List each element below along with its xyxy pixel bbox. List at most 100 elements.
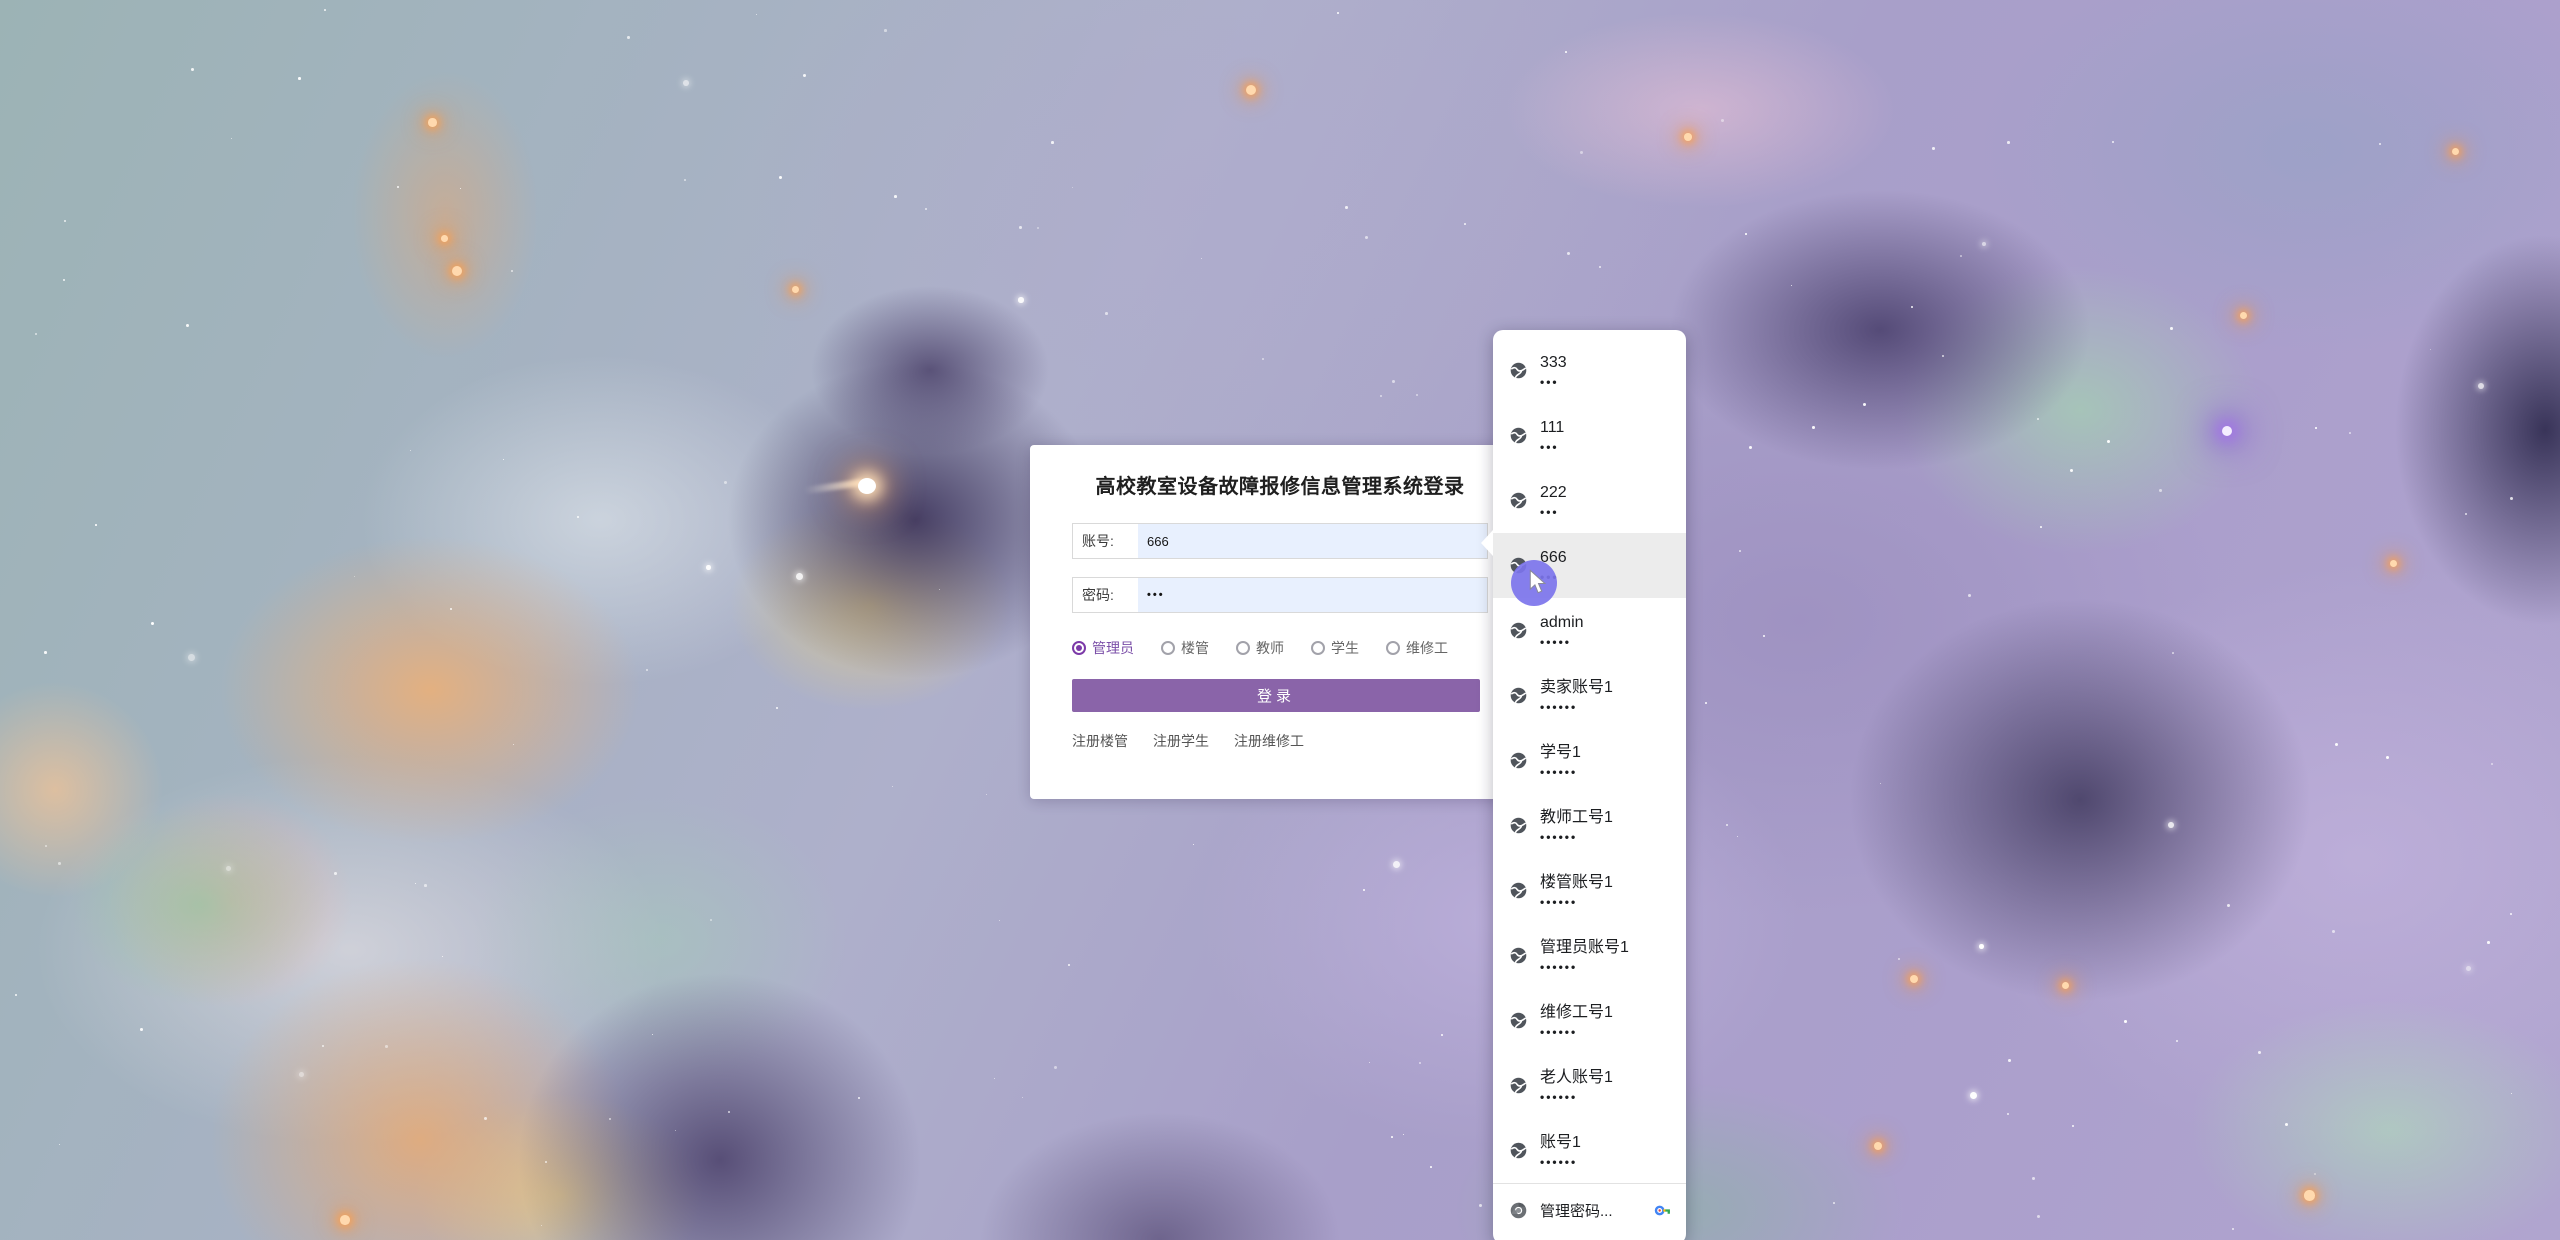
star <box>1567 252 1570 255</box>
login-button[interactable]: 登录 <box>1072 679 1480 712</box>
star <box>1960 255 1962 257</box>
account-input[interactable]: 666 <box>1138 524 1487 558</box>
suggestion-password-mask: •••••• <box>1540 1026 1613 1039</box>
star <box>2007 1113 2009 1115</box>
star <box>1721 119 1724 122</box>
suggestion-password-mask: ••• <box>1540 506 1567 519</box>
star <box>1942 355 1944 357</box>
star <box>188 654 195 661</box>
star <box>1365 236 1368 239</box>
autofill-suggestion[interactable]: 学号1 •••••• <box>1493 728 1686 793</box>
globe-icon <box>1510 947 1527 964</box>
suggestion-password-mask: •••••• <box>1540 961 1629 974</box>
radio-icon <box>1236 641 1250 655</box>
star <box>424 884 427 887</box>
suggestion-username: 222 <box>1540 483 1567 503</box>
star <box>1979 944 1984 949</box>
star <box>1726 824 1728 826</box>
screen: 高校教室设备故障报修信息管理系统登录 账号: 666 密码: ••• 管理员 楼… <box>0 0 2560 1240</box>
role-radio-admin[interactable]: 管理员 <box>1072 638 1134 658</box>
autofill-suggestion[interactable]: 维修工号1 •••••• <box>1493 988 1686 1053</box>
register-link-repairman[interactable]: 注册维修工 <box>1234 731 1304 751</box>
role-radio-repairman[interactable]: 维修工 <box>1386 638 1448 658</box>
suggestion-text: 卖家账号1 •••••• <box>1540 678 1613 714</box>
manage-passwords-label: 管理密码... <box>1540 1200 1641 1221</box>
comet-tail <box>804 479 864 494</box>
password-input[interactable]: ••• <box>1138 578 1487 612</box>
star <box>728 1111 730 1113</box>
suggestion-text: 学号1 •••••• <box>1540 743 1581 779</box>
star <box>2510 913 2512 915</box>
star <box>1403 1134 1404 1135</box>
autofill-suggestion[interactable]: 楼管账号1 •••••• <box>1493 858 1686 923</box>
star <box>609 1118 611 1120</box>
star <box>2349 432 2351 434</box>
autofill-suggestion[interactable]: 333 ••• <box>1493 338 1686 403</box>
star <box>2112 141 2114 143</box>
star <box>994 1078 995 1079</box>
star <box>1022 1097 1023 1098</box>
role-radio-student[interactable]: 学生 <box>1311 638 1359 658</box>
star <box>545 1161 547 1163</box>
autofill-suggestion[interactable]: 管理员账号1 •••••• <box>1493 923 1686 988</box>
star <box>2007 141 2010 144</box>
star <box>2176 1040 2178 1042</box>
star <box>140 1028 143 1031</box>
star <box>2159 489 2162 492</box>
star <box>450 608 452 610</box>
star <box>756 14 757 15</box>
globe-icon <box>1510 362 1527 379</box>
autofill-suggestion[interactable]: admin ••••• <box>1493 598 1686 663</box>
password-label: 密码: <box>1073 578 1138 612</box>
star <box>925 208 927 210</box>
star <box>1201 258 1202 259</box>
autofill-suggestion[interactable]: 老人账号1 •••••• <box>1493 1053 1686 1118</box>
account-label: 账号: <box>1073 524 1138 558</box>
suggestion-username: 333 <box>1540 353 1567 373</box>
star <box>1911 306 1913 308</box>
star <box>2040 526 2042 528</box>
star <box>2466 966 2471 971</box>
autofill-suggestion[interactable]: 卖家账号1 •••••• <box>1493 663 1686 728</box>
star <box>1745 233 1747 235</box>
autofill-suggestion[interactable]: 账号1 •••••• <box>1493 1118 1686 1183</box>
star <box>1416 394 1418 396</box>
star <box>186 324 189 327</box>
orange-star <box>1684 133 1692 141</box>
star <box>1791 285 1792 286</box>
role-radio-floor-manager[interactable]: 楼管 <box>1161 638 1209 658</box>
star <box>1898 958 1900 960</box>
star <box>2172 652 2174 654</box>
star <box>64 220 66 222</box>
mouse-cursor <box>1529 569 1547 600</box>
star <box>15 994 17 996</box>
radio-selected-icon <box>1072 641 1086 655</box>
globe-icon <box>1510 752 1527 769</box>
star <box>484 1117 487 1120</box>
star <box>2124 1020 2127 1023</box>
star <box>1363 889 1365 891</box>
register-link-floor-manager[interactable]: 注册楼管 <box>1072 731 1128 751</box>
manage-passwords-item[interactable]: 管理密码... <box>1493 1184 1686 1236</box>
autofill-suggestion[interactable]: 111 ••• <box>1493 403 1686 468</box>
suggestion-text: 222 ••• <box>1540 483 1567 519</box>
star <box>44 651 47 654</box>
star <box>2315 427 2317 429</box>
star <box>710 919 712 921</box>
suggestion-password-mask: ••• <box>1540 376 1567 389</box>
suggestion-username: 111 <box>1540 418 1564 438</box>
register-link-student[interactable]: 注册学生 <box>1153 731 1209 751</box>
orange-star <box>1874 1142 1882 1150</box>
star <box>95 524 97 526</box>
autofill-suggestion[interactable]: 222 ••• <box>1493 468 1686 533</box>
suggestion-text: admin ••••• <box>1540 613 1584 649</box>
suggestion-password-mask: •••••• <box>1540 831 1613 844</box>
star <box>1737 836 1738 837</box>
star <box>2170 327 2173 330</box>
globe-icon <box>1510 882 1527 899</box>
role-radio-group: 管理员 楼管 教师 学生 维修工 <box>1072 638 1448 658</box>
star <box>1037 227 1039 229</box>
autofill-suggestion[interactable]: 教师工号1 •••••• <box>1493 793 1686 858</box>
role-radio-teacher[interactable]: 教师 <box>1236 638 1284 658</box>
star <box>58 862 61 865</box>
